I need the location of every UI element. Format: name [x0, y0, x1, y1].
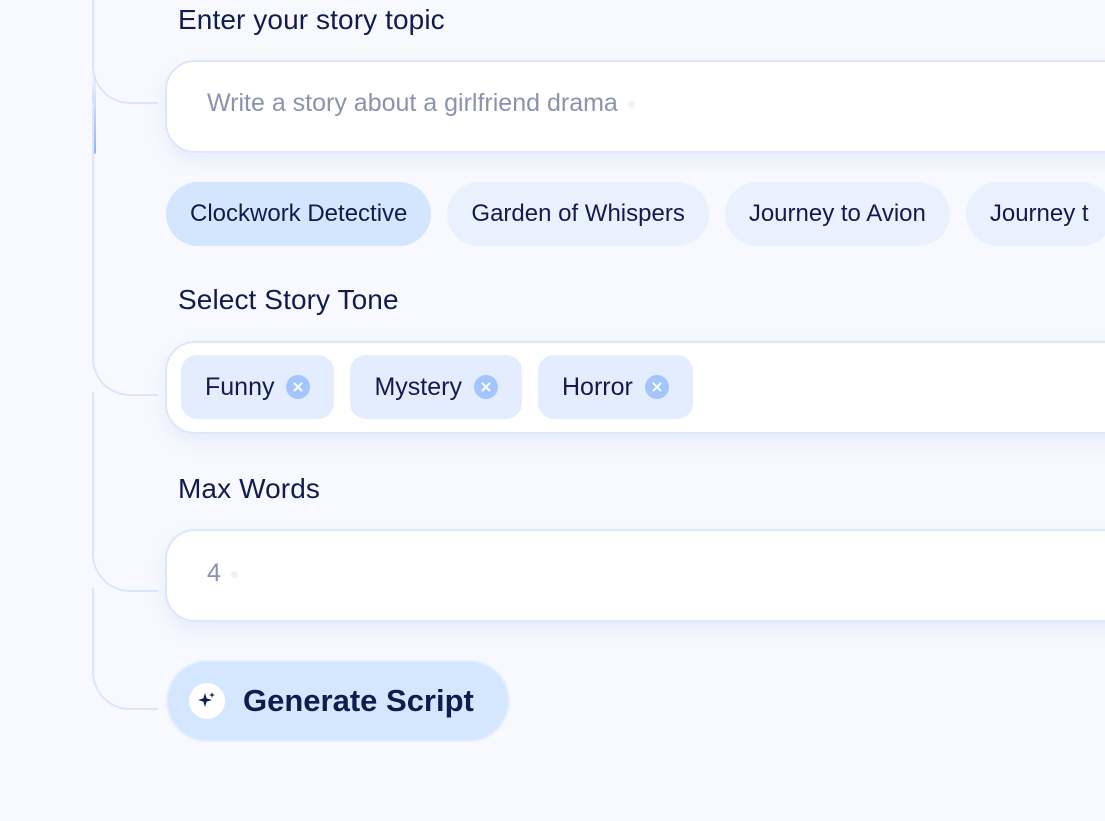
tone-tag-label: Funny	[205, 372, 275, 401]
generate-script-label: Generate Script	[243, 683, 474, 718]
connector-line-generate	[92, 588, 158, 710]
suggestion-chip[interactable]: Garden of Whispers	[447, 182, 709, 246]
remove-tag-icon[interactable]	[286, 375, 311, 399]
tone-tag-label: Horror	[561, 372, 633, 401]
tone-tag: Mystery	[350, 355, 522, 419]
tone-tags: Funny Mystery Horror	[181, 355, 693, 419]
suggestion-chip[interactable]: Journey t	[965, 182, 1105, 246]
suggestion-chip[interactable]: Clockwork Detective	[166, 182, 432, 246]
tone-tag: Horror	[537, 355, 693, 419]
connector-line-topic	[92, 0, 158, 104]
suggestion-chips: Clockwork Detective Garden of Whispers Jou…	[166, 182, 1105, 246]
remove-tag-icon[interactable]	[644, 375, 669, 399]
text-cursor	[627, 100, 635, 108]
tone-tag: Funny	[181, 355, 335, 419]
story-form: Enter your story topic Write a story abo…	[0, 0, 1105, 821]
max-words-label: Max Words	[178, 473, 320, 504]
suggestion-chip[interactable]: Journey to Avion	[724, 182, 950, 246]
sparkle-icon	[189, 683, 225, 719]
connector-line-tone	[92, 102, 158, 396]
topic-placeholder: Write a story about a girlfriend drama	[207, 89, 635, 118]
tone-label: Select Story Tone	[178, 284, 399, 315]
tone-tag-label: Mystery	[374, 372, 462, 401]
connector-line-max-words	[92, 392, 158, 592]
topic-input[interactable]: Write a story about a girlfriend drama	[165, 60, 1105, 153]
text-cursor	[230, 570, 238, 578]
max-words-input[interactable]: 4	[165, 529, 1105, 622]
remove-tag-icon[interactable]	[473, 375, 498, 399]
generate-script-button[interactable]: Generate Script	[166, 660, 510, 742]
tone-select[interactable]: Funny Mystery Horror	[165, 341, 1105, 434]
topic-label: Enter your story topic	[178, 4, 445, 35]
max-words-placeholder: 4	[207, 559, 238, 588]
